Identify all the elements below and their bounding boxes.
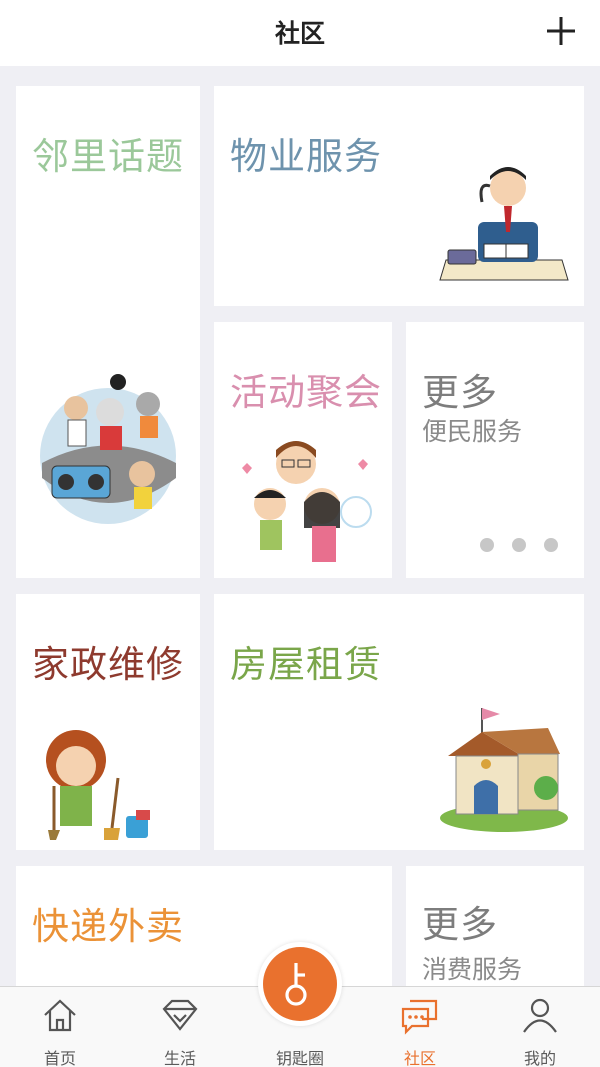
card-property-service[interactable]: 物业服务: [214, 86, 584, 306]
receptionist-phone-illustration: [439, 167, 569, 281]
tab-label: 我的: [523, 1049, 556, 1067]
tab-home[interactable]: 首页: [0, 987, 120, 1067]
dancing-elders-illustration: [40, 374, 176, 524]
tab-label: 社区: [403, 1049, 436, 1067]
tab-life[interactable]: 生活: [120, 987, 240, 1067]
family-illustration: [242, 441, 372, 562]
page-title: 社区: [274, 19, 325, 48]
card-neighbor-topics[interactable]: 邻里话题: [16, 86, 200, 578]
card-subtitle: 便民服务: [422, 417, 523, 446]
diamond-icon: [162, 999, 198, 1031]
cleaner-illustration: [46, 730, 150, 840]
chat-icon: [401, 999, 438, 1035]
person-icon: [523, 998, 557, 1033]
tab-mine[interactable]: 我的: [480, 987, 600, 1067]
tab-community[interactable]: 社区: [360, 987, 480, 1067]
card-title: 邻里话题: [32, 135, 184, 178]
card-more-consumption[interactable]: 更多 消费服务: [406, 866, 584, 986]
house-illustration: [440, 708, 568, 832]
tab-label: 首页: [43, 1049, 76, 1067]
card-title: 房屋租赁: [230, 643, 382, 686]
tab-label: 钥匙圈: [275, 1049, 324, 1067]
card-more-convenience[interactable]: 更多 便民服务: [406, 322, 584, 578]
card-subtitle: 消费服务: [422, 955, 523, 984]
more-dots-icon: [480, 538, 558, 552]
key-icon: [285, 963, 307, 1006]
card-title: 更多: [422, 371, 498, 414]
tab-label: 生活: [163, 1049, 196, 1067]
top-bar: 社区: [0, 0, 600, 66]
keyring-center-button[interactable]: [258, 942, 342, 1026]
card-title: 活动聚会: [230, 371, 382, 414]
card-title: 家政维修: [32, 643, 184, 686]
card-activity-gathering[interactable]: 活动聚会: [214, 322, 392, 578]
card-house-rental[interactable]: 房屋租赁: [214, 594, 584, 850]
plus-icon[interactable]: [544, 14, 578, 48]
card-title: 更多: [422, 903, 498, 946]
card-housekeeping[interactable]: 家政维修: [16, 594, 200, 850]
card-title: 物业服务: [230, 135, 382, 178]
home-icon: [44, 999, 76, 1032]
card-title: 快递外卖: [32, 905, 184, 948]
